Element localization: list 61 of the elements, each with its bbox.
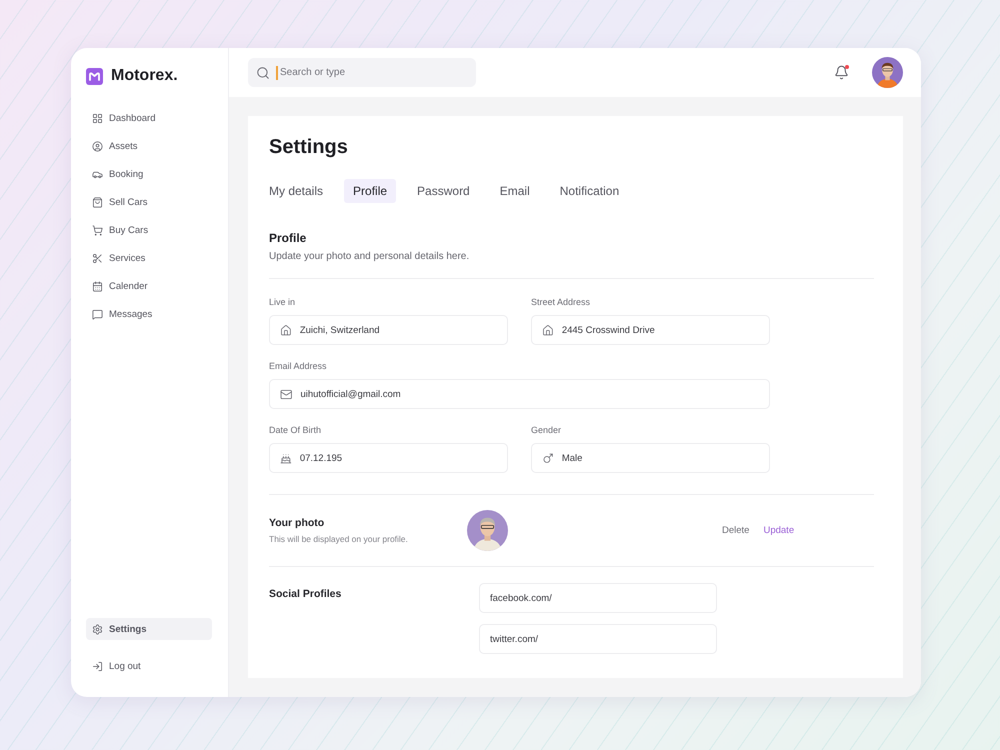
field-label: Gender	[531, 425, 562, 435]
section-title: Profile	[269, 231, 308, 245]
bag-icon	[92, 196, 103, 208]
page-title: Settings	[269, 136, 349, 159]
sidebar-item[interactable]: Sell Cars	[86, 191, 212, 213]
field-text[interactable]: 2445 Crosswind Drive	[562, 324, 759, 336]
field-text[interactable]: 07.12.195	[300, 452, 497, 464]
photo-title: Your photo	[269, 517, 326, 529]
sidebar-item[interactable]: Services	[86, 247, 212, 269]
sidebar-item[interactable]: Settings	[86, 618, 212, 640]
field-text[interactable]: facebook.com/	[490, 592, 706, 604]
cart-icon	[92, 224, 103, 236]
section-subtitle: Update your photo and personal details here.	[269, 251, 470, 262]
sidebar-item[interactable]: Booking	[86, 163, 212, 185]
input-field[interactable]: uihutofficial@gmail.com	[269, 379, 770, 409]
field-text[interactable]: Male	[562, 452, 759, 464]
sidebar-item[interactable]: Dashboard	[86, 107, 212, 129]
tab[interactable]: Profile	[344, 179, 396, 203]
field-label: Live in	[269, 297, 296, 307]
sidebar-item[interactable]: Buy Cars	[86, 219, 212, 241]
input-field[interactable]: facebook.com/	[479, 583, 717, 613]
input-field[interactable]: Zuichi, Switzerland	[269, 315, 508, 345]
field-label: Date Of Birth	[269, 425, 322, 435]
tab[interactable]: Password	[408, 179, 479, 203]
sidebar-item[interactable]: Calender	[86, 275, 212, 297]
search-field[interactable]: Search or type	[248, 58, 476, 87]
logout-icon	[92, 660, 103, 672]
photo-hint: This will be displayed on your profile.	[269, 534, 409, 544]
input-field[interactable]: twitter.com/	[479, 624, 717, 654]
field-text[interactable]: uihutofficial@gmail.com	[300, 388, 759, 400]
input-field[interactable]: 07.12.195	[269, 443, 508, 473]
house-icon	[542, 324, 554, 336]
brand-name: Motorex.	[111, 67, 178, 85]
mail-icon	[280, 388, 292, 400]
delete-link[interactable]: Delete	[722, 525, 750, 536]
field-text[interactable]: twitter.com/	[490, 634, 706, 644]
tab[interactable]: Email	[490, 179, 539, 203]
user-icon	[92, 140, 103, 152]
sidebar-item[interactable]: Log out	[86, 655, 212, 677]
search-icon	[256, 66, 270, 80]
tab[interactable]: Notification	[550, 179, 628, 203]
house-icon	[280, 324, 292, 336]
male-symbol-icon	[542, 452, 554, 464]
sidebar-item[interactable]: Assets	[86, 135, 212, 157]
update-link[interactable]: Update	[763, 525, 794, 536]
input-field[interactable]: Male	[531, 443, 770, 473]
sidebar-item[interactable]: Messages	[86, 303, 212, 325]
field-label: Email Address	[269, 361, 328, 371]
message-icon	[92, 308, 103, 320]
calendar-icon	[92, 280, 103, 292]
settings-icon	[92, 624, 103, 634]
scissors-icon	[92, 252, 103, 264]
social-title: Social Profiles	[269, 588, 342, 600]
grid-icon	[92, 112, 103, 124]
logo-icon	[86, 68, 103, 84]
field-label: Street Address	[531, 297, 592, 307]
field-text[interactable]: Zuichi, Switzerland	[300, 324, 497, 336]
input-field[interactable]: 2445 Crosswind Drive	[531, 315, 770, 345]
bell-icon[interactable]	[834, 65, 849, 80]
search-input[interactable]: Search or type	[276, 66, 456, 80]
tab[interactable]: My details	[260, 179, 332, 203]
